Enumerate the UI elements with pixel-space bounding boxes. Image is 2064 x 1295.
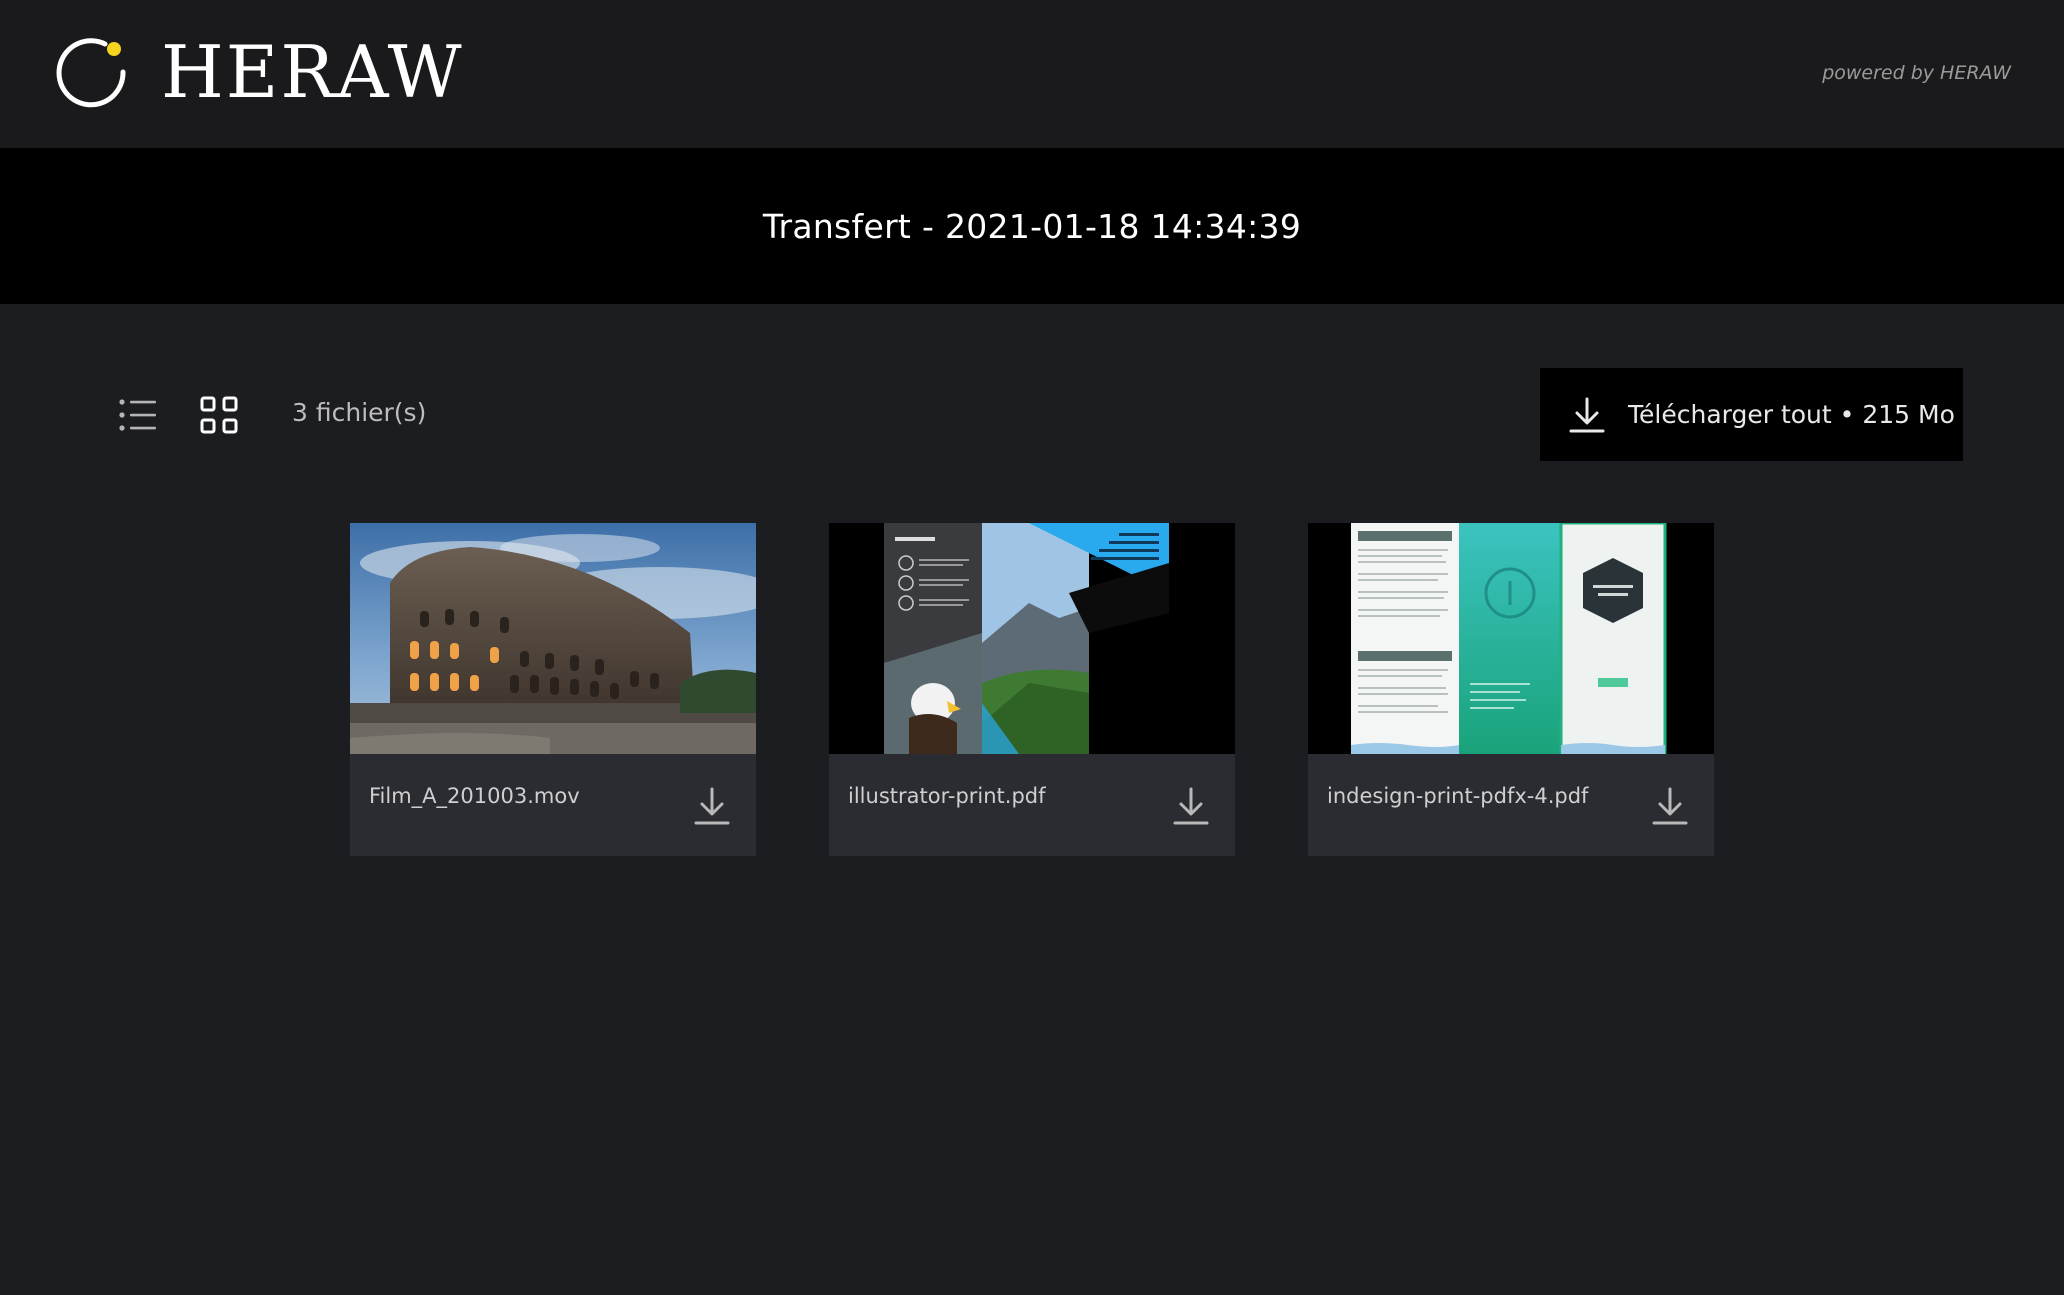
logo-wordmark: HERAW [161,30,464,114]
file-card-footer: indesign-print-pdfx-4.pdf [1308,754,1714,856]
transfer-title-band: Transfert - 2021-01-18 14:34:39 [0,148,2064,304]
download-all-label: Télécharger tout • 215 Mo [1628,400,1955,429]
file-name: illustrator-print.pdf [848,784,1046,808]
file-card[interactable]: Film_A_201003.mov [350,523,756,856]
file-thumbnail-trifold[interactable] [1308,523,1714,754]
file-count: 3 fichier(s) [292,398,427,427]
download-icon [1652,787,1688,825]
logo-ring-icon [56,38,126,108]
list-icon [119,399,156,431]
file-card-footer: Film_A_201003.mov [350,754,756,856]
file-download-button[interactable] [1650,784,1690,828]
file-thumbnail-colosseum[interactable] [350,523,756,754]
file-card[interactable]: indesign-print-pdfx-4.pdf [1308,523,1714,856]
grid-view-button[interactable] [194,390,244,440]
grid-icon [200,396,238,434]
heraw-logo[interactable]: HERAW [53,34,464,110]
file-download-button[interactable] [692,784,732,828]
file-name: indesign-print-pdfx-4.pdf [1327,784,1589,808]
files-toolbar: 3 fichier(s) Télécharger tout • 215 Mo [0,368,2064,462]
file-download-button[interactable] [1171,784,1211,828]
list-view-button[interactable] [113,390,163,440]
file-card-footer: illustrator-print.pdf [829,754,1235,856]
file-grid: Film_A_201003.mov illustrator-print.pdf … [350,523,1714,856]
download-icon [694,787,730,825]
download-icon [1173,787,1209,825]
powered-by-text: powered by HERAW [1822,62,2011,84]
file-name: Film_A_201003.mov [369,784,580,808]
page-title: Transfert - 2021-01-18 14:34:39 [762,206,1302,246]
download-all-button[interactable]: Télécharger tout • 215 Mo [1540,368,1963,461]
file-card[interactable]: illustrator-print.pdf [829,523,1235,856]
file-thumbnail-brochure[interactable] [829,523,1235,754]
top-bar: HERAW powered by HERAW [0,0,2064,148]
download-icon [1568,396,1606,434]
